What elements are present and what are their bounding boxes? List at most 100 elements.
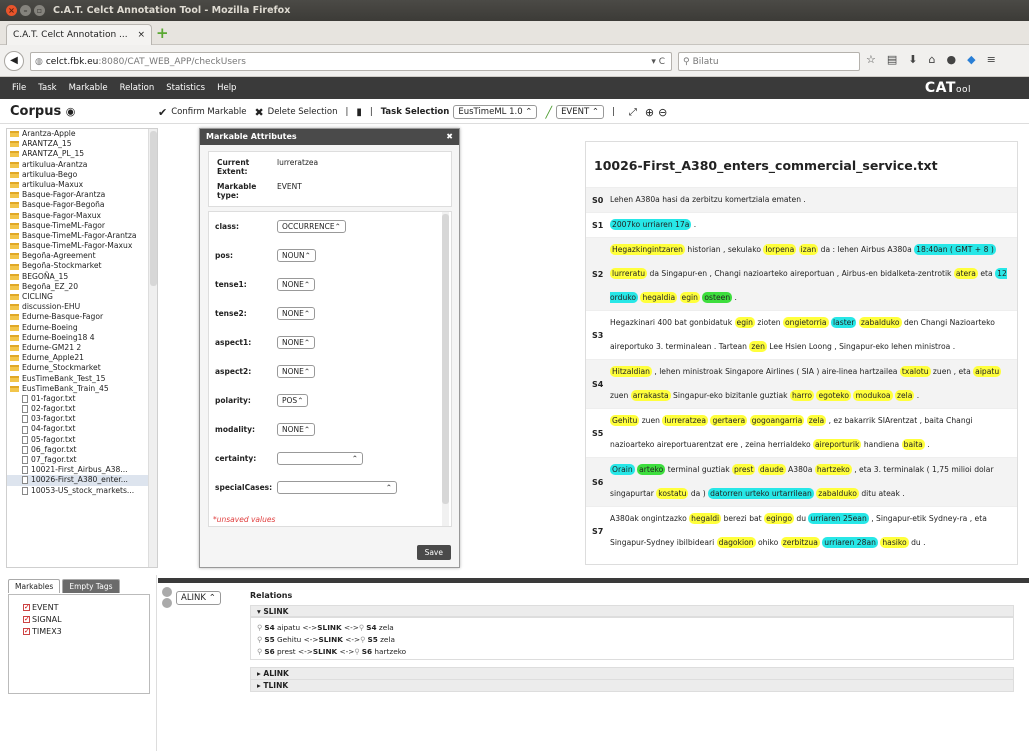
eye-icon[interactable]: ◉ (66, 105, 76, 118)
download-icon[interactable]: ⬇ (908, 53, 917, 66)
sentence-text[interactable]: Lehen A380a hasi da zerbitzu komertziala… (610, 188, 1017, 212)
corpus-folder[interactable]: Begoña-Agreement (7, 251, 157, 261)
sentence-row[interactable]: S6 Orain arteko terminal guztiak prest da… (586, 457, 1017, 506)
sentence-text[interactable]: A380ak ongintzazko hegaldi berezi bat eg… (610, 507, 1017, 555)
new-tab-button[interactable]: + (156, 25, 169, 41)
search-input[interactable]: ⚲ Bilatu (678, 52, 860, 71)
corpus-file[interactable]: 01-fagor.txt (7, 394, 157, 404)
corpus-folder[interactable]: Edurne-Boeing (7, 323, 157, 333)
attribute-select[interactable]: NOUN ⌃ (277, 249, 316, 262)
sentence-row[interactable]: S7 A380ak ongintzazko hegaldi berezi bat … (586, 506, 1017, 555)
url-dropdown-icon[interactable]: ▾ C (651, 57, 665, 67)
url-bar[interactable]: ◍ celct.fbk.eu:8080/CAT_WEB_APP/checkUse… (30, 52, 672, 71)
save-button[interactable]: Save (416, 545, 451, 560)
sentence-row[interactable]: S4 Hitzaldian , lehen ministroak Singapor… (586, 359, 1017, 408)
sentence-row[interactable]: S1 2007ko urriaren 17a . (586, 212, 1017, 237)
corpus-folder[interactable]: Basque-Fagor-Arantza (7, 190, 157, 200)
corpus-file[interactable]: 10053-US_stock_markets... (7, 486, 157, 496)
hamburger-menu-icon[interactable]: ≡ (987, 53, 996, 66)
corpus-file[interactable]: 05-fagor.txt (7, 435, 157, 445)
corpus-file[interactable]: 03-fagor.txt (7, 414, 157, 424)
corpus-folder[interactable]: Arantza-Apple (7, 129, 157, 139)
checkbox-icon[interactable]: ✓ (23, 603, 30, 611)
corpus-tree[interactable]: Arantza-Apple ARANTZA_15 ARANTZA_PL_15 arti… (6, 128, 158, 568)
sentence-row[interactable]: S5 Gehitu zuen lurreratzea gertaera gogoa… (586, 408, 1017, 457)
magnifier-icon[interactable]: ⚲ (354, 647, 359, 656)
corpus-folder[interactable]: ARANTZA_PL_15 (7, 149, 157, 159)
corpus-folder[interactable]: EusTimeBank_Train_45 (7, 384, 157, 394)
corpus-folder[interactable]: Begoña_EZ_20 (7, 282, 157, 292)
menu-markable[interactable]: Markable (69, 83, 108, 93)
corpus-folder[interactable]: Basque-TimeML-Fagor-Maxux (7, 241, 157, 251)
markable-timex3[interactable]: ✓ TIMEX3 (23, 625, 149, 637)
menu-task[interactable]: Task (38, 83, 56, 93)
relation-type-select[interactable]: ALINK ⌃ (176, 590, 221, 605)
sentence-text[interactable]: 2007ko urriaren 17a . (610, 213, 1017, 237)
confirm-markable-button[interactable]: Confirm Markable (171, 107, 246, 117)
magnifier-icon[interactable]: ⚲ (257, 647, 262, 656)
menu-relation[interactable]: Relation (120, 83, 155, 93)
attribute-select[interactable]: NONE ⌃ (277, 336, 316, 349)
corpus-folder[interactable]: Begoña-Stockmarket (7, 261, 157, 271)
corpus-folder[interactable]: Basque-Fagor-Maxux (7, 211, 157, 221)
checkbox-icon[interactable]: ✓ (23, 615, 30, 623)
zoom-out-icon[interactable]: ⊖ (658, 106, 667, 119)
zoom-in-icon[interactable]: ⊕ (645, 106, 654, 119)
sentence-text[interactable]: Hitzaldian , lehen ministroak Singapore … (610, 360, 1017, 408)
menu-help[interactable]: Help (217, 83, 236, 93)
clipboard-icon[interactable]: ▮ (356, 107, 362, 118)
corpus-folder[interactable]: Edurne_Apple21 (7, 353, 157, 363)
relation-line[interactable]: ⚲ S4 aipatu <-> SLINK <-> ⚲ S4 zela (257, 621, 1007, 633)
magnifier-icon[interactable]: ⚲ (360, 635, 365, 644)
home-icon[interactable]: ⌂ (929, 53, 936, 66)
corpus-folder[interactable]: EusTimeBank_Test_15 (7, 374, 157, 384)
close-tab-icon[interactable]: × (137, 30, 145, 40)
delete-selection-button[interactable]: Delete Selection (268, 107, 338, 117)
markable-type-select[interactable]: EVENT ⌃ (556, 105, 604, 119)
pocket-icon[interactable]: ◆ (967, 53, 975, 66)
corpus-file[interactable]: 10026-First_A380_enter... (7, 475, 157, 486)
attribute-select[interactable]: ⌃ (277, 481, 397, 494)
magnifier-icon[interactable]: ⚲ (359, 623, 364, 632)
attribute-select[interactable]: POS ⌃ (277, 394, 309, 407)
corpus-file[interactable]: 04-fagor.txt (7, 424, 157, 434)
attributes-scrollbar[interactable] (442, 212, 449, 526)
attribute-select[interactable]: OCCURRENCE ⌃ (277, 220, 346, 233)
menu-file[interactable]: File (12, 83, 26, 93)
maximize-window-button[interactable]: ▫ (34, 5, 45, 16)
corpus-folder[interactable]: Edurne-Basque-Fagor (7, 312, 157, 322)
corpus-folder[interactable]: discussion-EHU (7, 302, 157, 312)
corpus-folder[interactable]: artikulua-Bego (7, 170, 157, 180)
corpus-file[interactable]: 02-fagor.txt (7, 404, 157, 414)
close-icon[interactable]: ✖ (446, 132, 453, 142)
sentence-text[interactable]: Hegazkingintzaren historian , sekulako l… (610, 238, 1017, 310)
relation-line[interactable]: ⚲ S6 prest <-> SLINK <-> ⚲ S6 hartzeko (257, 645, 1007, 657)
close-window-button[interactable]: × (6, 5, 17, 16)
corpus-folder[interactable]: BEGOÑA_15 (7, 272, 157, 282)
magnifier-icon[interactable]: ⚲ (257, 623, 262, 632)
chat-icon[interactable]: ● (946, 53, 956, 66)
tab-markables[interactable]: Markables (8, 579, 61, 593)
sentence-text[interactable]: Orain arteko terminal guztiak prest daud… (610, 458, 1017, 506)
corpus-folder[interactable]: artikulua-Maxux (7, 180, 157, 190)
corpus-folder[interactable]: Basque-Fagor-Begoña (7, 200, 157, 210)
sentence-text[interactable]: Hegazkinari 400 bat gonbidatuk egin ziot… (610, 311, 1017, 359)
add-relation-icon[interactable] (162, 587, 172, 597)
attribute-select[interactable]: NONE ⌃ (277, 307, 316, 320)
relation-line[interactable]: ⚲ S5 Gehitu <-> SLINK <-> ⚲ S5 zela (257, 633, 1007, 645)
sentence-row[interactable]: S3 Hegazkinari 400 bat gonbidatuk egin zi… (586, 310, 1017, 359)
minimize-window-button[interactable]: – (20, 5, 31, 16)
attribute-select[interactable]: NONE ⌃ (277, 365, 316, 378)
menu-statistics[interactable]: Statistics (166, 83, 205, 93)
corpus-folder[interactable]: Edurne-Boeing18 4 (7, 333, 157, 343)
browser-tab[interactable]: C.A.T. Celct Annotation ... × (6, 24, 152, 45)
attribute-select[interactable]: NONE ⌃ (277, 278, 316, 291)
attribute-select[interactable]: ⌃ (277, 452, 363, 465)
corpus-folder[interactable]: Edurne_Stockmarket (7, 363, 157, 373)
sentence-row[interactable]: S0 Lehen A380a hasi da zerbitzu komertzia… (586, 187, 1017, 212)
bookmark-star-icon[interactable]: ☆ (866, 53, 876, 66)
tlink-section-header[interactable]: ▸ TLINK (250, 679, 1014, 692)
corpus-file[interactable]: 07_fagor.txt (7, 455, 157, 465)
corpus-folder[interactable]: artikulua-Arantza (7, 160, 157, 170)
remove-relation-icon[interactable] (162, 598, 172, 608)
